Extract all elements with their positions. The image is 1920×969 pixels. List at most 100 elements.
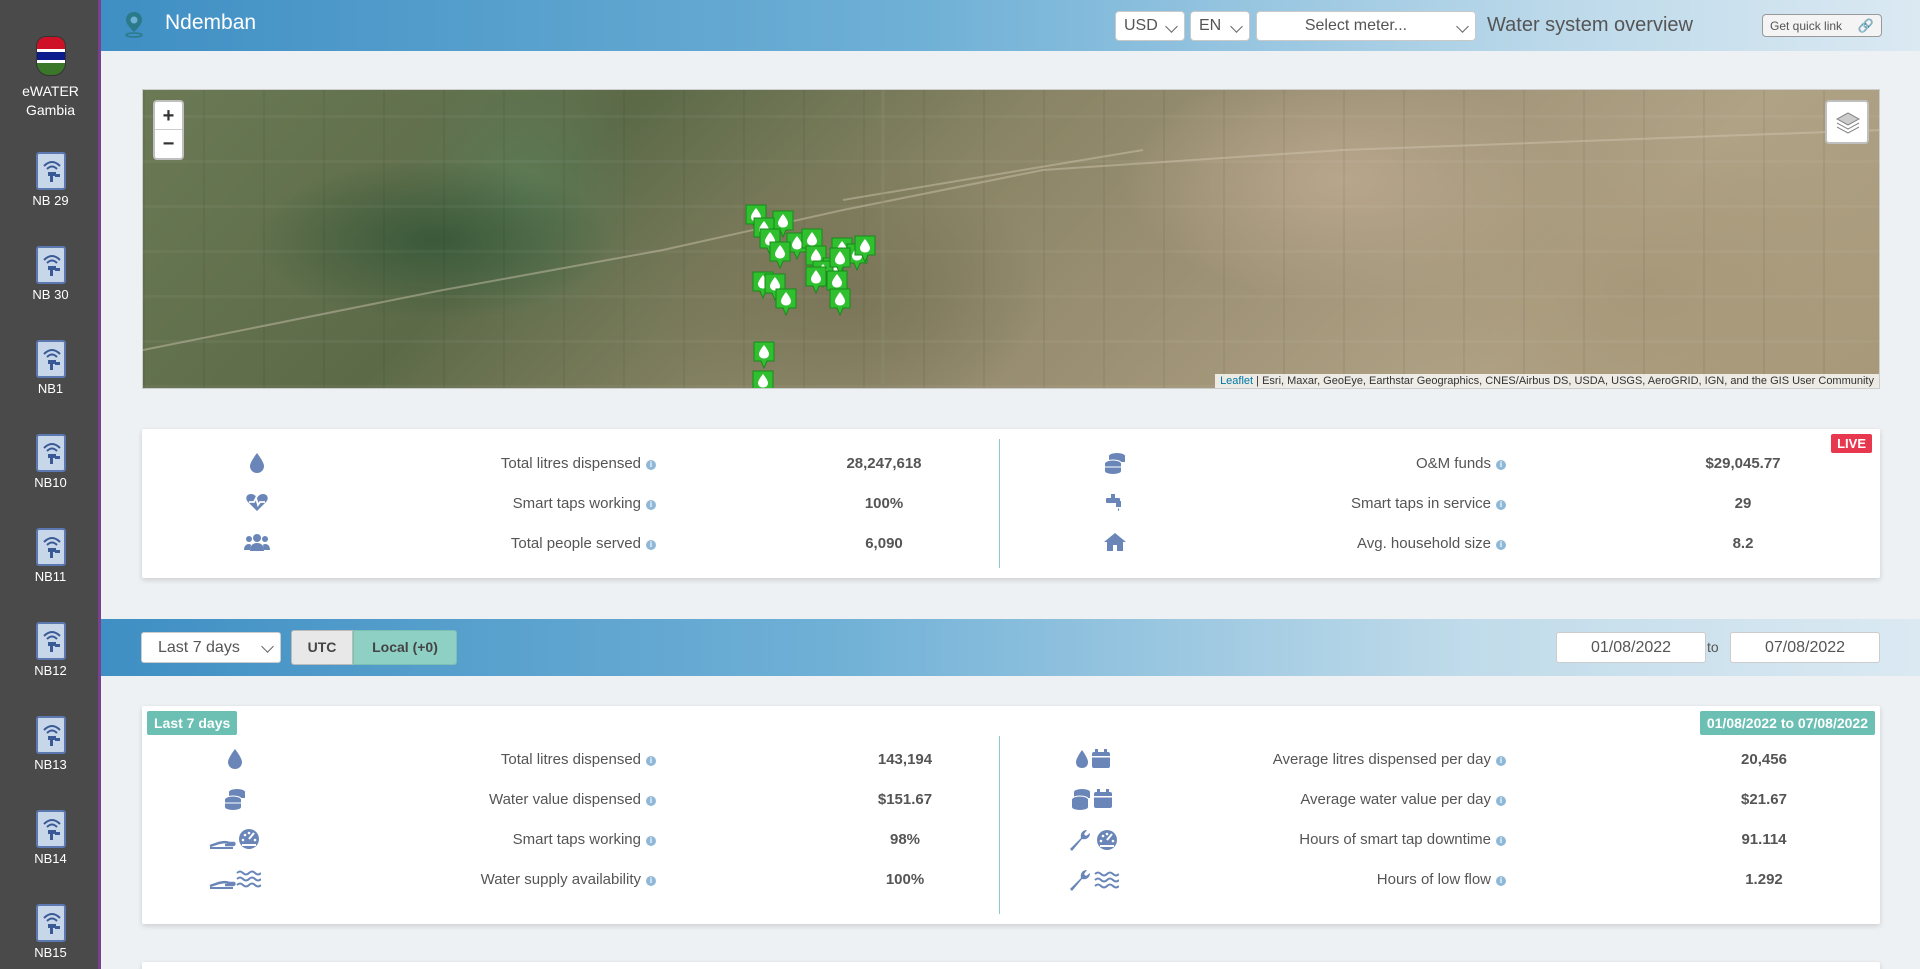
period-tag: Last 7 days (147, 711, 238, 735)
period-select[interactable]: Last 7 days (141, 632, 281, 663)
chevron-down-icon (1456, 20, 1469, 33)
house-icon (1085, 532, 1145, 557)
stat-label-text: Smart taps working (512, 495, 641, 512)
sidebar-item-label: NB13 (34, 757, 67, 772)
smart-tap-icon (35, 622, 66, 660)
sidebar-item-label: NB10 (34, 475, 67, 490)
link-icon: 🔗 (1857, 18, 1874, 33)
stat-label: Total litres dispensed i (336, 455, 656, 472)
stat-label: Total people served i (336, 535, 656, 552)
stat-value: $151.67 (877, 791, 933, 808)
attribution-text: | Esri, Maxar, GeoEye, Earthstar Geograp… (1253, 375, 1874, 387)
meter-select[interactable]: Select meter... (1256, 11, 1476, 41)
info-icon[interactable]: i (1496, 540, 1506, 550)
info-icon[interactable]: i (1496, 796, 1506, 806)
live-badge: LIVE (1831, 434, 1872, 453)
layers-icon (1835, 112, 1861, 134)
date-from-input[interactable]: 01/08/2022 (1556, 632, 1706, 663)
stat-label: Water value dispensed i (336, 791, 656, 808)
stat-value: 28,247,618 (846, 455, 922, 472)
stat-value: $21.67 (1741, 791, 1787, 808)
currency-select[interactable]: USD (1115, 11, 1185, 41)
stat-label-text: Total people served (510, 535, 641, 552)
card-divider (999, 439, 1000, 568)
language-select[interactable]: EN (1190, 11, 1250, 41)
date-to-input[interactable]: 07/08/2022 (1730, 632, 1880, 663)
date-range-tag: 01/08/2022 to 07/08/2022 (1699, 711, 1875, 735)
smart-tap-icon (35, 528, 66, 566)
smart-tap-icon (35, 340, 66, 378)
info-icon[interactable]: i (646, 796, 656, 806)
stat-value: 6,090 (865, 535, 903, 552)
stat-value: 20,456 (1741, 751, 1787, 768)
map[interactable]: + − Leaflet | Esri, Maxar, GeoEye, Earth… (142, 89, 1880, 389)
sidebar-item-nb12[interactable]: NB12 (0, 622, 101, 678)
stat-label-text: Hours of low flow (1376, 871, 1491, 888)
sidebar-item-nb11[interactable]: NB11 (0, 528, 101, 584)
stat-label: Smart taps in service i (1186, 495, 1506, 512)
info-icon[interactable]: i (1496, 500, 1506, 510)
tap-marker-icon[interactable] (854, 235, 876, 264)
date-range-separator: to (1707, 639, 1719, 655)
layers-button[interactable] (1825, 100, 1869, 144)
info-icon[interactable]: i (1496, 836, 1506, 846)
org-logo[interactable]: eWATER Gambia (0, 36, 101, 120)
info-icon[interactable]: i (1496, 876, 1506, 886)
quick-link-label: Get quick link (1770, 19, 1843, 33)
stat-label-text: Total litres dispensed (500, 455, 641, 472)
filter-bar: Last 7 days UTC Local (+0) 01/08/2022 to… (101, 619, 1920, 676)
map-roads (143, 90, 1879, 388)
stat-value: 1.292 (1745, 871, 1783, 888)
wrench-wave-icon (1063, 868, 1123, 897)
info-icon[interactable]: i (1496, 460, 1506, 470)
utc-toggle[interactable]: UTC (291, 630, 353, 665)
zoom-in-button[interactable]: + (155, 102, 182, 130)
page-title: Water system overview (1487, 14, 1693, 36)
sidebar-item-nb30[interactable]: NB 30 (0, 246, 101, 302)
tap-marker-icon[interactable] (769, 241, 791, 270)
stat-value: 100% (885, 871, 925, 888)
info-icon[interactable]: i (646, 500, 656, 510)
info-icon[interactable]: i (1496, 756, 1506, 766)
tap-marker-icon[interactable] (805, 266, 827, 295)
stat-label-text: O&M funds (1415, 455, 1491, 472)
language-value: EN (1199, 17, 1222, 34)
tap-marker-icon[interactable] (775, 288, 797, 317)
drop-calendar-icon (1063, 748, 1123, 775)
smart-tap-icon (35, 152, 66, 190)
info-icon[interactable]: i (646, 756, 656, 766)
stat-value: $29,045.77 (1705, 455, 1781, 472)
info-icon[interactable]: i (646, 876, 656, 886)
period-value: Last 7 days (158, 639, 240, 656)
stat-label-text: Average litres dispensed per day (1272, 751, 1491, 768)
sidebar-item-nb10[interactable]: NB10 (0, 434, 101, 490)
tap-marker-icon[interactable] (753, 341, 775, 370)
sidebar-item-label: NB1 (37, 381, 64, 396)
stat-label-text: Water value dispensed (488, 791, 641, 808)
info-icon[interactable]: i (646, 540, 656, 550)
tap-marker-icon[interactable] (752, 370, 774, 388)
wrench-gauge-icon (1063, 828, 1123, 857)
next-card (142, 962, 1880, 969)
org-name-line1: eWATER (22, 83, 79, 99)
water-wave-hand-icon (205, 868, 265, 895)
stat-value: 8.2 (1732, 535, 1754, 552)
location-title: Ndemban (165, 11, 257, 34)
local-time-toggle[interactable]: Local (+0) (353, 630, 457, 665)
sidebar-item-nb29[interactable]: NB 29 (0, 152, 101, 208)
sidebar-item-nb13[interactable]: NB13 (0, 716, 101, 772)
info-icon[interactable]: i (646, 460, 656, 470)
smart-tap-icon (35, 810, 66, 848)
quick-link-button[interactable]: Get quick link 🔗 (1762, 14, 1882, 37)
sidebar-item-nb1[interactable]: NB1 (0, 340, 101, 396)
sidebar-item-nb14[interactable]: NB14 (0, 810, 101, 866)
tap-marker-icon[interactable] (829, 288, 851, 317)
info-icon[interactable]: i (646, 836, 656, 846)
zoom-out-button[interactable]: − (155, 130, 182, 158)
coins-icon (1085, 452, 1145, 479)
gauge-hand-icon (205, 828, 265, 855)
leaflet-link[interactable]: Leaflet (1220, 375, 1253, 387)
stat-label: Average litres dispensed per day i (1186, 751, 1506, 768)
stat-label-text: Hours of smart tap downtime (1299, 831, 1491, 848)
sidebar-item-nb15[interactable]: NB15 (0, 904, 101, 960)
